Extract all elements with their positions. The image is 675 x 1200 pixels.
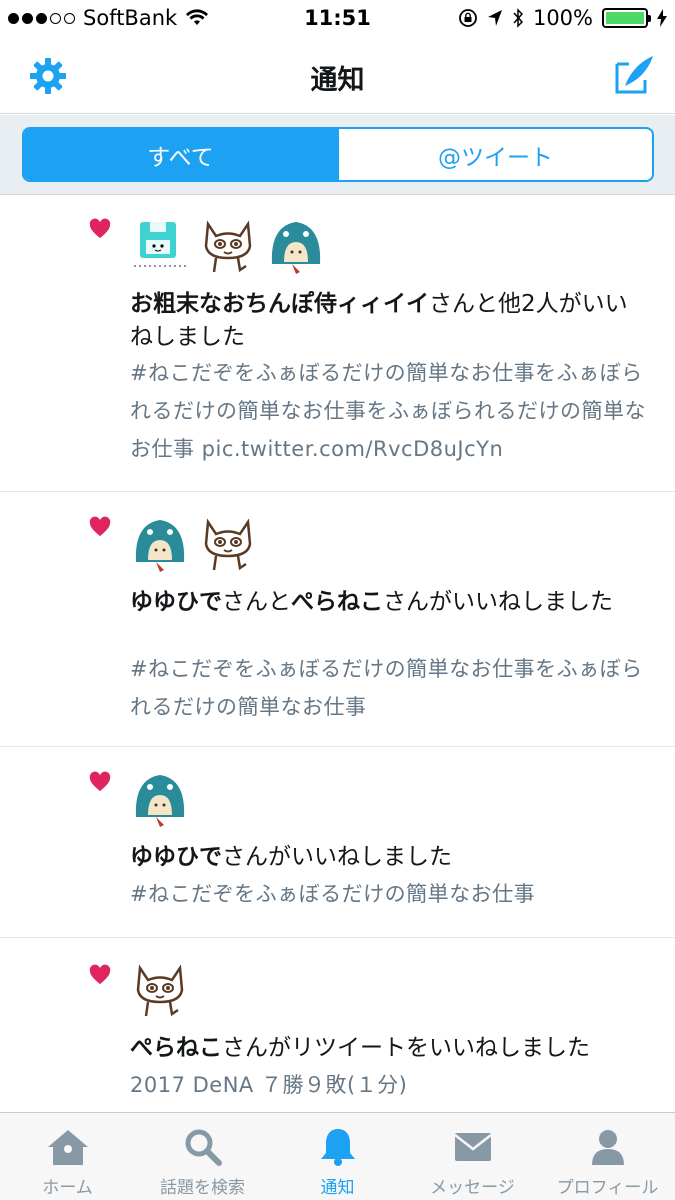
page-title: 通知 xyxy=(310,65,365,96)
segment-mentions[interactable]: @ツイート xyxy=(337,129,652,180)
battery-icon xyxy=(602,8,651,28)
battery-percent: 100% xyxy=(532,6,593,30)
tab-label: 話題を検索 xyxy=(160,1178,245,1198)
home-icon xyxy=(47,1130,88,1165)
user-name[interactable]: ぺらねこ xyxy=(291,589,383,615)
cat-avatar[interactable] xyxy=(198,216,258,276)
status-bar: SoftBank 11:51 100% xyxy=(0,0,675,40)
user-name[interactable]: お粗末なおちんぽ侍ィィイイ xyxy=(130,291,429,317)
notification-item[interactable]: ゆゆひでさんがいいねしました #ねこだぞをふぁぼるだけの簡単なお仕事 xyxy=(0,747,675,938)
notification-suffix: さんがいいねしました xyxy=(383,589,613,615)
tab-messages[interactable]: メッセージ xyxy=(405,1113,540,1200)
notification-text: ぺらねこさんがリツイートをいいねしました xyxy=(130,1032,650,1065)
notification-text: ゆゆひでさんがいいねしました xyxy=(130,841,650,874)
cat-avatar[interactable] xyxy=(130,960,190,1020)
segment-all[interactable]: すべて xyxy=(24,129,337,180)
compose-icon[interactable] xyxy=(613,54,655,96)
tweet-preview[interactable]: #ねこだぞをふぁぼるだけの簡単なお仕事 xyxy=(130,875,650,913)
search-icon xyxy=(185,1129,222,1166)
floppy-avatar[interactable] xyxy=(130,216,190,276)
bluetooth-icon xyxy=(513,8,523,28)
tab-home[interactable]: ホーム xyxy=(0,1113,135,1200)
tweet-preview[interactable]: 2017 DeNA ７勝９敗(１分) xyxy=(130,1066,650,1104)
user-name[interactable]: ゆゆひで xyxy=(130,589,222,615)
heart-icon xyxy=(89,964,111,985)
tab-label: 通知 xyxy=(320,1178,355,1198)
tab-bar: ホーム 話題を検索 通知 メッセージ プロフィール xyxy=(0,1112,675,1200)
notification-item[interactable]: お粗末なおちんぽ侍ィィイイさんと他2人がいいねしました #ねこだぞをふぁぼるだけ… xyxy=(0,196,675,492)
rotation-lock-icon xyxy=(459,9,477,27)
hood-avatar[interactable] xyxy=(130,514,190,574)
avatar-group xyxy=(130,960,190,1020)
nav-bar: 通知 xyxy=(0,40,675,114)
tab-label: ホーム xyxy=(42,1178,93,1198)
hood-avatar[interactable] xyxy=(266,216,326,276)
notification-connector: さんと xyxy=(222,589,291,615)
avatar-group xyxy=(130,769,190,829)
tweet-preview[interactable]: #ねこだぞをふぁぼるだけの簡単なお仕事をふぁぼられるだけの簡単なお仕事をふぁぼら… xyxy=(130,354,650,468)
tab-notifications[interactable]: 通知 xyxy=(270,1113,405,1200)
notification-text: お粗末なおちんぽ侍ィィイイさんと他2人がいいねしました xyxy=(130,288,650,354)
heart-icon xyxy=(89,771,111,792)
heart-icon xyxy=(89,218,111,239)
tab-label: メッセージ xyxy=(430,1178,515,1198)
tweet-preview[interactable]: #ねこだぞをふぁぼるだけの簡単なお仕事をふぁぼられるだけの簡単なお仕事 xyxy=(130,650,650,726)
notification-suffix: さんがいいねしました xyxy=(222,844,452,870)
user-name[interactable]: ぺらねこ xyxy=(130,1035,222,1061)
tab-label: プロフィール xyxy=(556,1178,659,1198)
location-arrow-icon xyxy=(487,10,502,26)
avatar-group xyxy=(130,216,326,276)
notification-item[interactable]: ゆゆひでさんとぺらねこさんがいいねしました #ねこだぞをふぁぼるだけの簡単なお仕… xyxy=(0,492,675,747)
segmented-control: すべて @ツイート xyxy=(22,127,654,182)
charging-bolt-icon xyxy=(657,9,667,27)
avatar-group xyxy=(130,514,258,574)
status-right: 100% xyxy=(458,6,667,30)
cat-avatar[interactable] xyxy=(198,514,258,574)
notification-list: お粗末なおちんぽ侍ィィイイさんと他2人がいいねしました #ねこだぞをふぁぼるだけ… xyxy=(0,196,675,1118)
notification-text: ゆゆひでさんとぺらねこさんがいいねしました xyxy=(130,586,650,619)
heart-icon xyxy=(89,516,111,537)
bell-icon xyxy=(320,1129,355,1166)
notification-suffix: さんがリツイートをいいねしました xyxy=(222,1035,590,1061)
notification-item[interactable]: ぺらねこさんがリツイートをいいねしました 2017 DeNA ７勝９敗(１分) xyxy=(0,938,675,1118)
envelope-icon xyxy=(453,1133,492,1161)
tab-search[interactable]: 話題を検索 xyxy=(135,1113,270,1200)
person-icon xyxy=(591,1130,624,1165)
segment-bar: すべて @ツイート xyxy=(0,115,675,195)
tab-profile[interactable]: プロフィール xyxy=(540,1113,675,1200)
user-name[interactable]: ゆゆひで xyxy=(130,844,222,870)
hood-avatar[interactable] xyxy=(130,769,190,829)
